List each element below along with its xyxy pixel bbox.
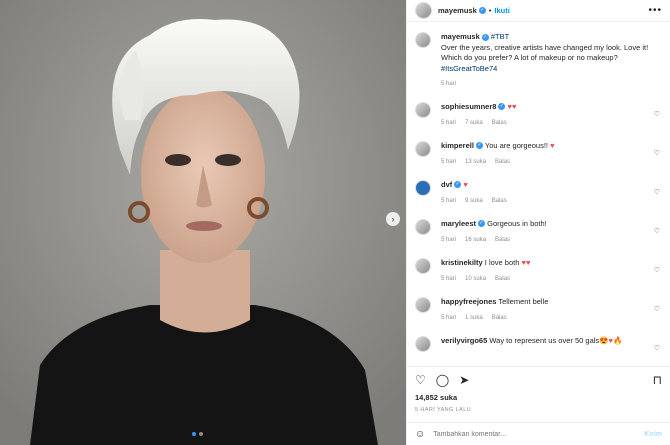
post-date: 5 HARI YANG LALU: [415, 407, 472, 413]
avatar[interactable]: [415, 296, 431, 313]
reply-button[interactable]: Balas: [495, 276, 510, 282]
more-options-icon[interactable]: •••: [648, 5, 662, 16]
carousel-dot: [199, 432, 203, 436]
caption-username[interactable]: mayemusk: [441, 32, 480, 41]
comment-item: verilyvirgo65 Way to represent us over 5…: [415, 335, 662, 352]
avatar[interactable]: [415, 335, 431, 352]
comment-text: Way to represent us over 50 gals: [489, 335, 600, 345]
avatar[interactable]: [415, 218, 431, 235]
bookmark-icon[interactable]: ⊓: [653, 373, 662, 387]
caption-time: 5 hari: [441, 81, 457, 87]
verified-icon: ✓: [475, 142, 483, 150]
comment-text: You are gorgeous!!: [484, 140, 548, 150]
comment-username[interactable]: sophiesumner8: [441, 102, 496, 111]
comment-emoji: ♥♥: [521, 257, 531, 267]
heart-icon[interactable]: ♡: [654, 149, 660, 157]
avatar[interactable]: [415, 257, 431, 274]
avatar[interactable]: [415, 32, 431, 48]
comment-emoji: ♥: [463, 179, 468, 189]
heart-icon[interactable]: ♡: [654, 188, 660, 196]
hashtag-link[interactable]: #TBT: [491, 32, 509, 41]
comment-likes[interactable]: 7 suka: [465, 120, 483, 126]
comment-input[interactable]: [433, 430, 645, 438]
heart-icon[interactable]: ♡: [654, 227, 660, 235]
comment-time: 5 hari: [441, 314, 457, 321]
avatar[interactable]: [415, 2, 432, 19]
comment-likes[interactable]: 10 suka: [465, 276, 486, 282]
carousel-next-button[interactable]: ›: [386, 212, 400, 226]
header-username[interactable]: mayemusk: [438, 6, 477, 15]
reply-button[interactable]: Balas: [495, 237, 510, 243]
portrait-photo: [0, 0, 406, 445]
comment-emoji: 😍♥🔥: [599, 335, 623, 345]
comment-time: 5 hari: [441, 158, 457, 165]
comment-username[interactable]: kristinekilty: [441, 258, 483, 267]
comment-likes[interactable]: 16 suka: [465, 237, 486, 243]
comments-list[interactable]: mayemusk ✓ #TBT Over the years, creative …: [407, 22, 670, 362]
comment-item: kristinekilty I love both ♥♥ 5 hari 10 su…: [415, 257, 662, 284]
comment-time: 5 hari: [441, 275, 457, 282]
comment-composer: ☺ Kirim: [407, 422, 670, 445]
comment-likes[interactable]: 9 suka: [465, 198, 483, 204]
comment-text: Tellement belle: [498, 296, 549, 306]
carousel-dots: [192, 432, 203, 436]
follow-button[interactable]: Ikuti: [494, 6, 509, 15]
comment-item: kimperell ✓ You are gorgeous!! ♥ 5 hari 13…: [415, 140, 662, 167]
post-actions: ♡ ◯ ➤ ⊓ 14,852 suka 5 HARI YANG LALU: [407, 366, 670, 419]
emoji-icon[interactable]: ☺: [415, 429, 425, 440]
comment-emoji: ♥: [550, 140, 555, 150]
reply-button[interactable]: Balas: [492, 315, 507, 321]
reply-button[interactable]: Balas: [492, 198, 507, 204]
reply-button[interactable]: Balas: [492, 120, 507, 126]
comment-likes[interactable]: 1 suka: [465, 315, 483, 321]
comment-emoji: ♥♥: [507, 101, 517, 111]
comment-time: 5 hari: [441, 236, 457, 243]
comment-time: 5 hari: [441, 119, 457, 126]
comment-username[interactable]: happyfreejones: [441, 297, 496, 306]
verified-icon: ✓: [478, 220, 486, 228]
comment-item: maryleest ✓ Gorgeous in both! 5 hari 16 su…: [415, 218, 662, 245]
comment-icon[interactable]: ◯: [436, 373, 449, 387]
comment-likes[interactable]: 13 suka: [465, 159, 486, 165]
heart-icon[interactable]: ♡: [654, 305, 660, 313]
heart-icon[interactable]: ♡: [654, 344, 660, 352]
post-side-panel: mayemusk ✓ • Ikuti ••• mayemusk ✓ #TBT Ov…: [406, 0, 670, 445]
avatar[interactable]: [415, 140, 431, 157]
comment-item: dvf ✓ ♥ 5 hari 9 suka Balas ♡: [415, 179, 662, 206]
verified-icon: ✓: [498, 103, 506, 111]
avatar[interactable]: [415, 179, 431, 196]
post-comment-button[interactable]: Kirim: [644, 431, 662, 438]
heart-icon[interactable]: ♡: [654, 110, 660, 118]
hashtag-link[interactable]: #ItsGreatToBe74: [441, 64, 497, 73]
likes-count[interactable]: 14,852 suka: [415, 393, 662, 402]
caption-text: Over the years, creative artists have ch…: [441, 42, 649, 63]
comment-item: happyfreejones Tellement belle 5 hari 1 s…: [415, 296, 662, 323]
verified-icon: ✓: [481, 33, 489, 41]
like-icon[interactable]: ♡: [415, 373, 426, 387]
comment-username[interactable]: maryleest: [441, 219, 476, 228]
comment-item: sophiesumner8 ✓ ♥♥ 5 hari 7 suka Balas ♡: [415, 101, 662, 128]
heart-icon[interactable]: ♡: [654, 266, 660, 274]
verified-icon: ✓: [454, 181, 462, 189]
avatar[interactable]: [415, 101, 431, 118]
comment-text: I love both: [484, 257, 520, 267]
post-caption: mayemusk ✓ #TBT Over the years, creative …: [415, 32, 662, 90]
comment-username[interactable]: verilyvirgo65: [441, 336, 487, 345]
reply-button[interactable]: Balas: [495, 159, 510, 165]
verified-icon: ✓: [478, 7, 486, 14]
post-image[interactable]: ›: [0, 0, 406, 445]
post-header: mayemusk ✓ • Ikuti •••: [407, 0, 670, 22]
share-icon[interactable]: ➤: [459, 373, 469, 387]
comment-username[interactable]: kimperell: [441, 141, 474, 150]
comment-text: Gorgeous in both!: [487, 218, 547, 228]
comment-time: 5 hari: [441, 197, 457, 204]
carousel-dot-active: [192, 432, 196, 436]
comment-username[interactable]: dvf: [441, 180, 452, 189]
separator-dot: •: [488, 6, 492, 15]
